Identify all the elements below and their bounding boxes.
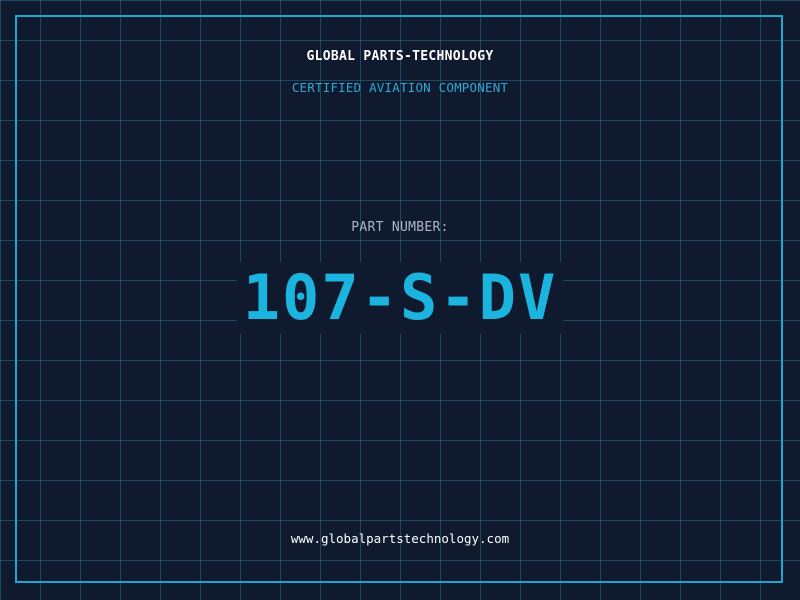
part-number-value: 107-S-DV <box>236 262 564 334</box>
company-name: GLOBAL PARTS-TECHNOLOGY <box>306 49 494 64</box>
website-url: www.globalpartstechnology.com <box>290 531 510 546</box>
part-number-label: PART NUMBER: <box>351 220 449 235</box>
label-canvas: GLOBAL PARTS-TECHNOLOGY CERTIFIED AVIATI… <box>0 0 800 600</box>
part-number-container: 107-S-DV <box>0 262 800 334</box>
certification-subtitle: CERTIFIED AVIATION COMPONENT <box>291 80 509 95</box>
